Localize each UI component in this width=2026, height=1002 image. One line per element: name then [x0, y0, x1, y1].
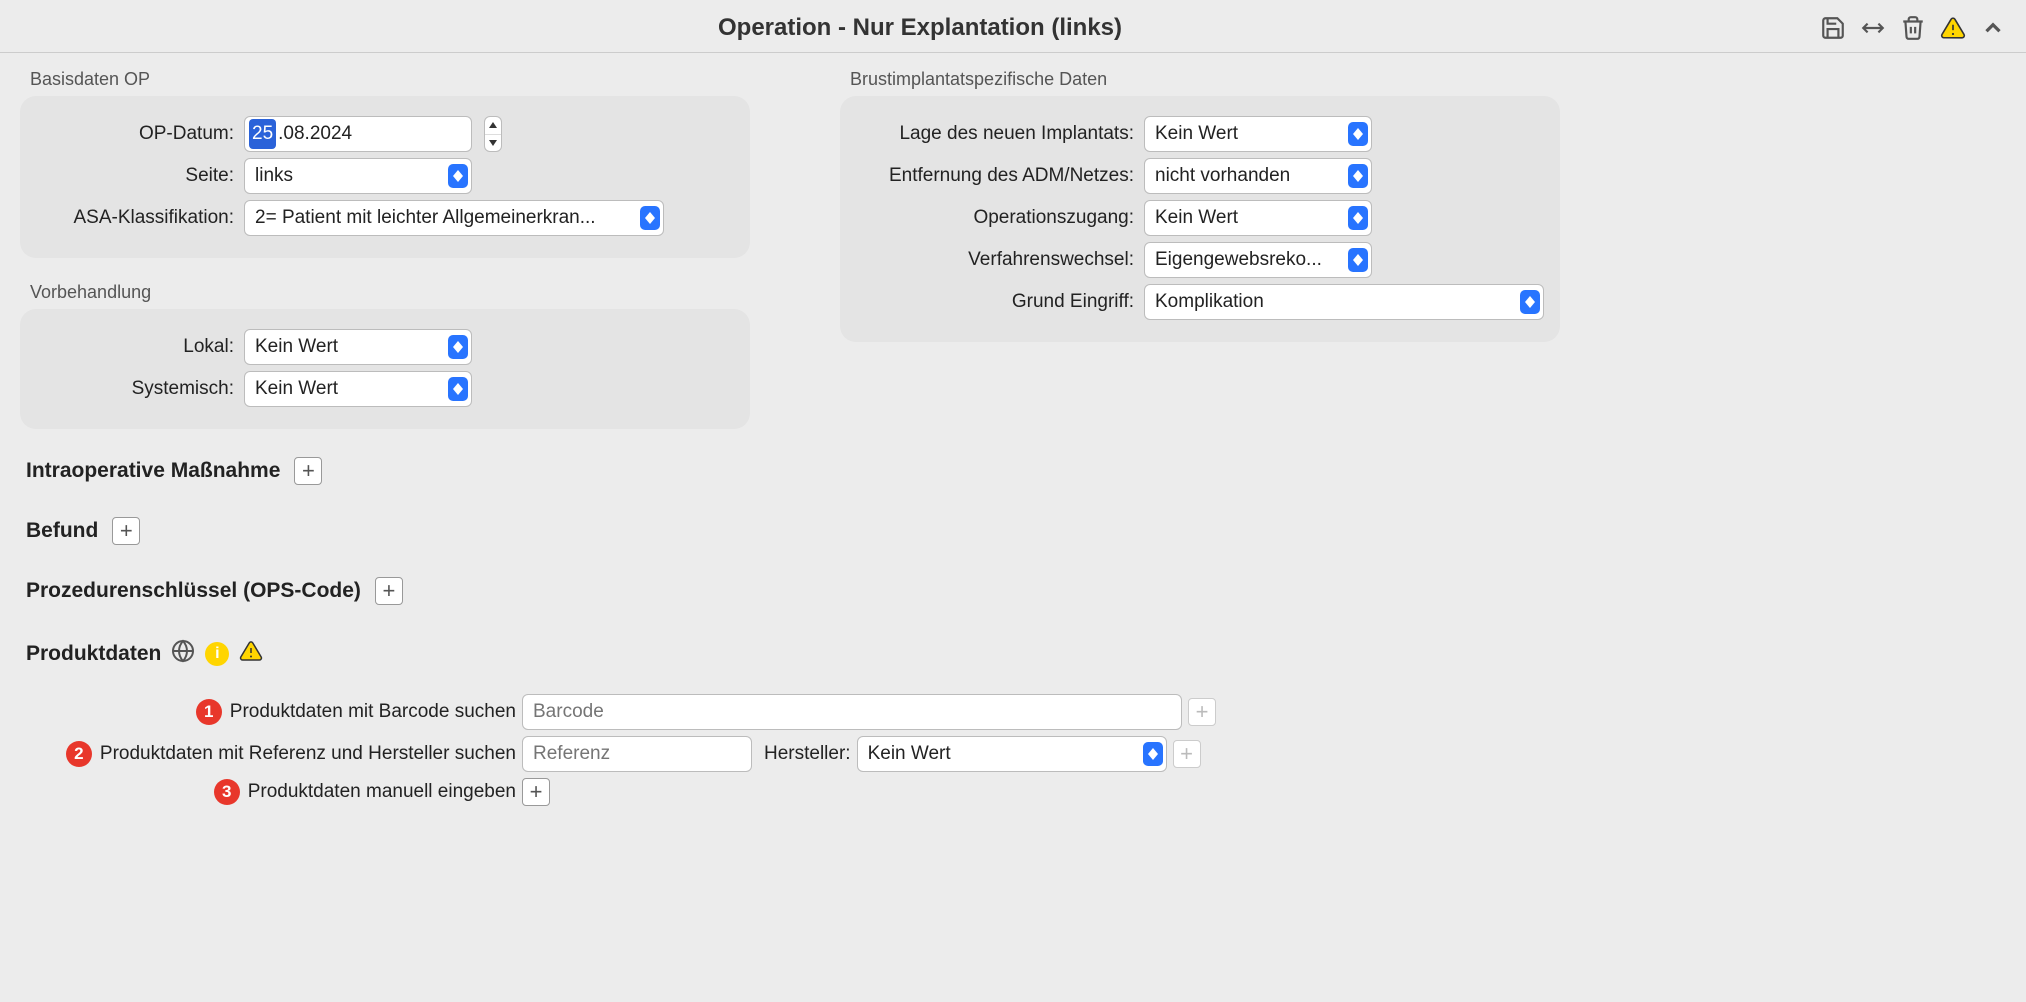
- op-datum-field[interactable]: 25 .08.2024: [244, 116, 472, 152]
- lokal-select[interactable]: Kein Wert: [244, 329, 472, 365]
- lage-label: Lage des neuen Implantats:: [856, 123, 1136, 145]
- add-manual-button[interactable]: +: [522, 778, 550, 806]
- add-barcode-button: +: [1188, 698, 1216, 726]
- badge-1: 1: [196, 699, 222, 725]
- verfahren-value: Eigengewebsreko...: [1144, 242, 1372, 278]
- header-toolbar: [1820, 15, 2006, 41]
- zugang-label: Operationszugang:: [856, 207, 1136, 229]
- ops-section: Prozedurenschlüssel (OPS-Code) +: [20, 561, 2006, 609]
- op-datum-label: OP-Datum:: [36, 123, 236, 145]
- op-datum-rest: .08.2024: [276, 117, 354, 151]
- brust-group: Lage des neuen Implantats: Kein Wert Ent…: [840, 96, 1560, 342]
- warning-icon[interactable]: [1940, 15, 1966, 41]
- product-barcode-row: 1 Produktdaten mit Barcode suchen +: [26, 694, 2006, 730]
- badge-2: 2: [66, 741, 92, 767]
- produkt-section: Produktdaten i: [20, 621, 2006, 676]
- stepper-up-icon[interactable]: [485, 117, 501, 135]
- lokal-label: Lokal:: [36, 336, 236, 358]
- lokal-value: Kein Wert: [244, 329, 472, 365]
- grund-label: Grund Eingriff:: [856, 291, 1136, 313]
- verfahren-select[interactable]: Eigengewebsreko...: [1144, 242, 1372, 278]
- add-reference-button: +: [1173, 740, 1201, 768]
- barcode-label: Produktdaten mit Barcode suchen: [230, 701, 516, 723]
- intra-section: Intraoperative Maßnahme +: [20, 441, 2006, 489]
- asa-value: 2= Patient mit leichter Allgemeinerkran.…: [244, 200, 664, 236]
- trash-icon[interactable]: [1900, 15, 1926, 41]
- entfernung-select[interactable]: nicht vorhanden: [1144, 158, 1372, 194]
- swap-icon[interactable]: [1860, 15, 1886, 41]
- vorbehandlung-group: Lokal: Kein Wert Systemisch: Kein W: [20, 309, 750, 429]
- op-datum-stepper[interactable]: [484, 116, 502, 152]
- entfernung-label: Entfernung des ADM/Netzes:: [856, 165, 1136, 187]
- manual-label: Produktdaten manuell eingeben: [248, 781, 516, 803]
- page-title: Operation - Nur Explantation (links): [20, 14, 1820, 42]
- vorbehandlung-group-label: Vorbehandlung: [30, 282, 750, 303]
- befund-section: Befund +: [20, 501, 2006, 549]
- collapse-icon[interactable]: [1980, 15, 2006, 41]
- stepper-down-icon[interactable]: [485, 135, 501, 152]
- seite-value: links: [244, 158, 472, 194]
- add-ops-button[interactable]: +: [375, 577, 403, 605]
- systemisch-label: Systemisch:: [36, 378, 236, 400]
- intra-title: Intraoperative Maßnahme: [26, 459, 280, 483]
- produkt-title: Produktdaten: [26, 642, 161, 666]
- brust-group-label: Brustimplantatspezifische Daten: [850, 69, 1560, 90]
- barcode-input[interactable]: [522, 694, 1182, 730]
- op-datum-day: 25: [249, 119, 276, 149]
- reference-input[interactable]: [522, 736, 752, 772]
- lage-select[interactable]: Kein Wert: [1144, 116, 1372, 152]
- globe-icon[interactable]: [171, 639, 195, 668]
- hersteller-value: Kein Wert: [857, 736, 1167, 772]
- lage-value: Kein Wert: [1144, 116, 1372, 152]
- warning-icon[interactable]: [239, 639, 263, 668]
- systemisch-select[interactable]: Kein Wert: [244, 371, 472, 407]
- badge-3: 3: [214, 779, 240, 805]
- grund-select[interactable]: Komplikation: [1144, 284, 1544, 320]
- product-manual-row: 3 Produktdaten manuell eingeben +: [26, 778, 2006, 806]
- befund-title: Befund: [26, 519, 98, 543]
- add-intra-button[interactable]: +: [294, 457, 322, 485]
- hersteller-select[interactable]: Kein Wert: [857, 736, 1167, 772]
- product-reference-row: 2 Produktdaten mit Referenz und Herstell…: [8, 736, 2006, 772]
- entfernung-value: nicht vorhanden: [1144, 158, 1372, 194]
- ops-title: Prozedurenschlüssel (OPS-Code): [26, 579, 361, 603]
- seite-label: Seite:: [36, 165, 236, 187]
- seite-select[interactable]: links: [244, 158, 472, 194]
- grund-value: Komplikation: [1144, 284, 1544, 320]
- asa-label: ASA-Klassifikation:: [36, 207, 236, 229]
- add-befund-button[interactable]: +: [112, 517, 140, 545]
- asa-select[interactable]: 2= Patient mit leichter Allgemeinerkran.…: [244, 200, 664, 236]
- page-header: Operation - Nur Explantation (links): [0, 0, 2026, 53]
- basis-group-label: Basisdaten OP: [30, 69, 750, 90]
- zugang-select[interactable]: Kein Wert: [1144, 200, 1372, 236]
- info-icon[interactable]: i: [205, 642, 229, 666]
- systemisch-value: Kein Wert: [244, 371, 472, 407]
- verfahren-label: Verfahrenswechsel:: [856, 249, 1136, 271]
- basis-group: OP-Datum: 25 .08.2024: [20, 96, 750, 258]
- save-icon[interactable]: [1820, 15, 1846, 41]
- zugang-value: Kein Wert: [1144, 200, 1372, 236]
- reference-label: Produktdaten mit Referenz und Hersteller…: [100, 743, 516, 765]
- hersteller-label: Hersteller:: [764, 743, 851, 765]
